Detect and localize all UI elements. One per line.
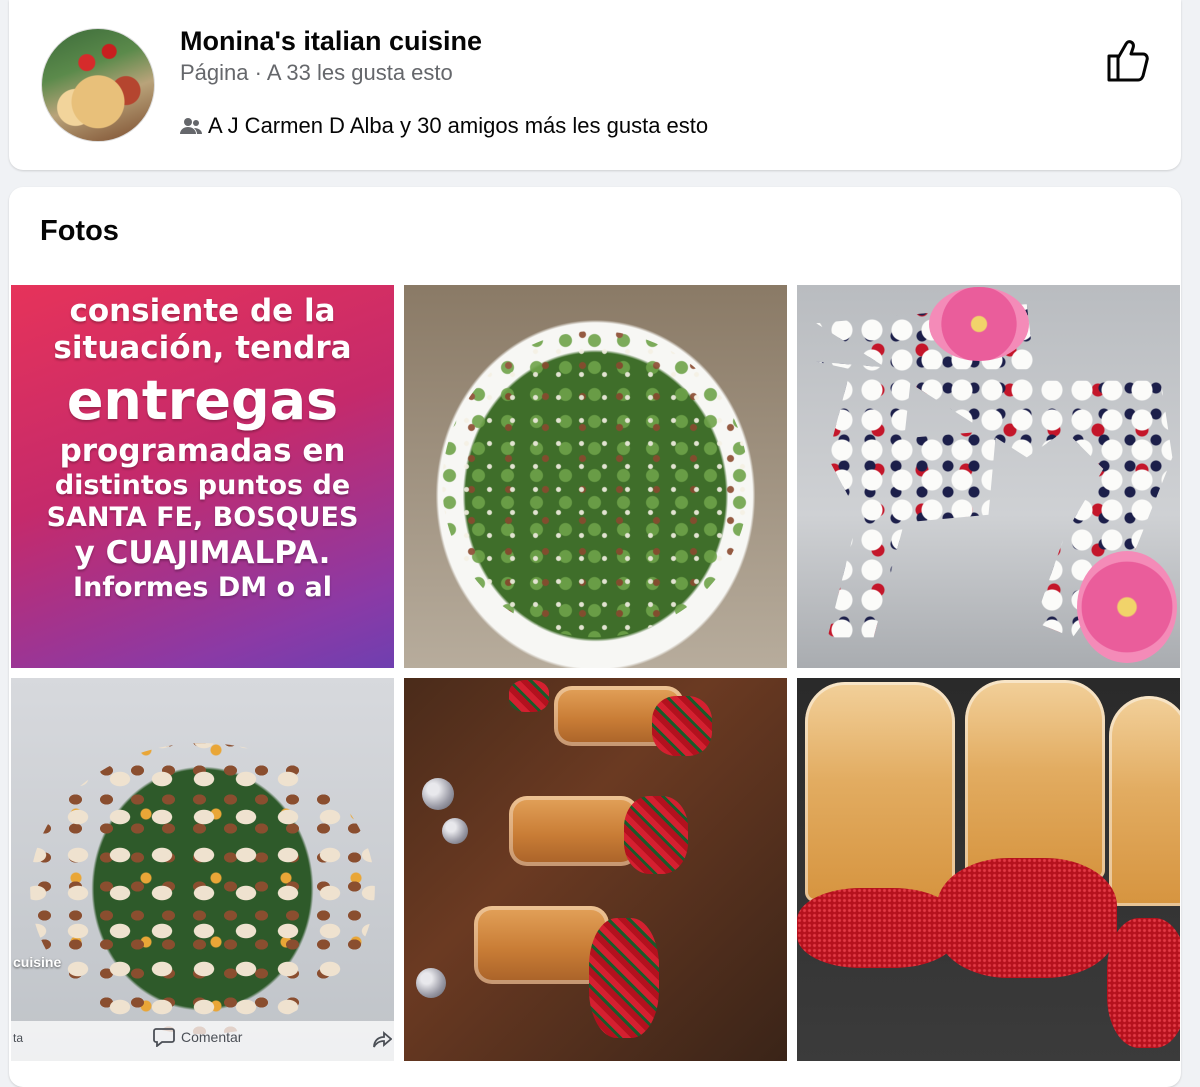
friends-likes-text: A J Carmen D Alba y 30 amigos más les gu… (208, 113, 709, 138)
promo-line: entregas (66, 369, 339, 433)
ornament (422, 778, 454, 810)
photo-spinach-salad[interactable]: cuisine ta Comentar (11, 678, 394, 1061)
promo-line: y CUAJIMALPA. (74, 534, 331, 571)
ribbon-bow (937, 858, 1117, 978)
photos-card: Fotos consiente de la situación, tendra … (9, 187, 1181, 1087)
friends-likes-row: A J Carmen D Alba y 30 amigos más les gu… (180, 113, 708, 139)
photo-bread-loaves[interactable] (797, 678, 1180, 1061)
gerbera-flower-top (929, 287, 1029, 361)
promo-line: Informes DM o al (73, 571, 332, 603)
ribbon-bow (624, 796, 688, 874)
ribbon-bow (589, 918, 659, 1038)
friends-icon (180, 118, 202, 134)
promo-line: programadas en (59, 432, 346, 469)
photos-title[interactable]: Fotos (40, 215, 119, 248)
like-icon (1107, 40, 1149, 82)
spinach-texture (30, 743, 375, 1035)
ornament (442, 818, 468, 844)
bread-loaf (1109, 696, 1180, 906)
comment-icon (153, 1028, 175, 1047)
like-page-button[interactable] (1103, 34, 1155, 86)
bread-loaf (965, 680, 1105, 880)
photo-green-salad[interactable] (404, 285, 787, 668)
photo-grid: consiente de la situación, tendra entreg… (11, 285, 1180, 1061)
promo-line: SANTA FE, BOSQUES (46, 502, 359, 534)
screenshot-watermark: cuisine (13, 954, 62, 970)
ornament (416, 968, 446, 998)
bread-loaf (509, 796, 639, 866)
page-name[interactable]: Monina's italian cuisine (180, 26, 482, 57)
salad-texture (442, 330, 749, 638)
photo-delivery-promo[interactable]: consiente de la situación, tendra entreg… (11, 285, 394, 668)
promo-line: distintos puntos de (54, 469, 351, 501)
page-avatar[interactable] (41, 28, 155, 142)
ribbon-bow (1107, 918, 1180, 1048)
photo-number-cake[interactable] (797, 285, 1180, 668)
promo-line: consiente de la (69, 293, 336, 329)
page-card: Monina's italian cuisine Página · A 33 l… (9, 0, 1181, 170)
ribbon-bow (509, 680, 549, 712)
promo-line: situación, tendra (53, 330, 352, 367)
page-meta: Página · A 33 les gusta esto (180, 60, 453, 85)
promo-text: consiente de la situación, tendra entreg… (11, 293, 394, 604)
screenshot-left-label: ta (13, 1031, 24, 1045)
comment-label: Comentar (181, 1029, 243, 1045)
bread-loaf (805, 682, 955, 902)
screenshot-comment: Comentar (153, 1027, 242, 1047)
photo-wrapped-bread[interactable] (404, 678, 787, 1061)
gerbera-flower-bottom (1077, 551, 1177, 663)
ribbon-bow (797, 888, 957, 968)
share-icon (373, 1031, 392, 1048)
ribbon-bow (652, 696, 712, 756)
